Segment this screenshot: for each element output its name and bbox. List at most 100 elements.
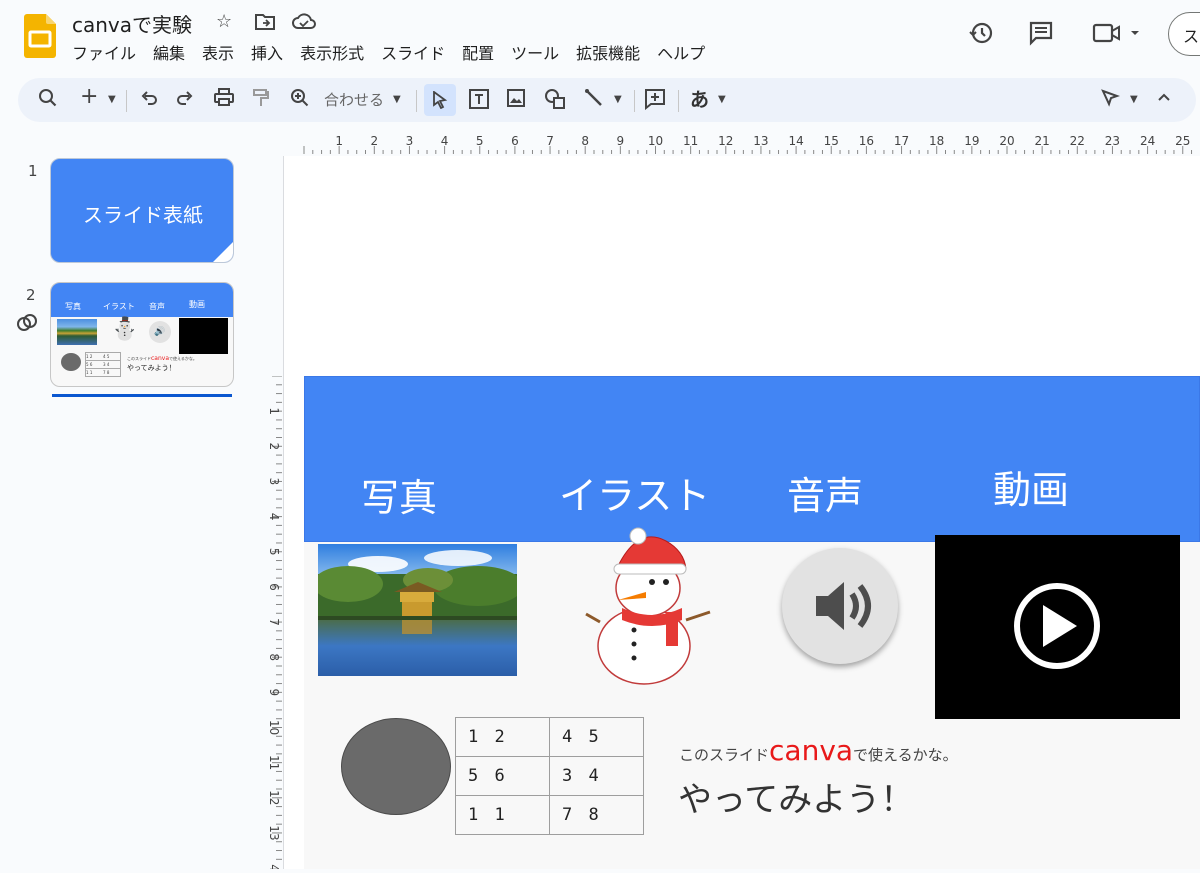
thumb-label-audio: 音声 — [149, 302, 165, 311]
document-title[interactable]: canvaで実験 — [72, 9, 192, 38]
caption-prefix: このスライド — [679, 746, 770, 764]
slide-1-title: スライド表紙 — [83, 203, 203, 227]
ruler-label: 1 — [335, 134, 343, 148]
ruler-label: 7 — [267, 618, 281, 626]
header-label-audio[interactable]: 音声 — [787, 465, 863, 520]
shape-icon[interactable] — [544, 88, 566, 112]
meet-camera-icon[interactable] — [1092, 20, 1140, 50]
line-dropdown-icon[interactable]: ▼ — [614, 88, 622, 112]
menu-edit[interactable]: 編集 — [153, 40, 185, 64]
thumb-caption: このスライドcanvaで使えるかな。 — [127, 355, 197, 362]
menu-help[interactable]: ヘルプ — [657, 40, 705, 64]
new-slide-dropdown-icon[interactable]: ▼ — [108, 88, 116, 112]
thumb-label-photo: 写真 — [65, 302, 81, 311]
zoom-select[interactable]: 合わせる — [324, 88, 384, 112]
caption-brand: canva — [769, 734, 854, 767]
add-comment-icon[interactable] — [644, 88, 666, 112]
ruler-label: 21 — [1035, 134, 1050, 148]
table-row: 1 17 8 — [455, 795, 644, 835]
version-history-icon[interactable] — [968, 20, 994, 50]
ruler-label: 11 — [683, 134, 698, 148]
ruler-label: 13 — [267, 825, 281, 840]
slide-thumbnail-2[interactable]: 写真 イラスト 音声 動画 ⛄ 🔊 1 24 5 5 63 4 1 17 8 こ… — [50, 282, 234, 387]
caption-suffix: で使えるかな。 — [853, 746, 958, 764]
ruler-label: 8 — [267, 653, 281, 661]
ruler-label: 12 — [718, 134, 733, 148]
linked-slide-icon[interactable] — [16, 313, 38, 337]
header-label-video[interactable]: 動画 — [993, 459, 1069, 514]
slide-number-1: 1 — [28, 162, 38, 180]
zoom-icon[interactable] — [290, 88, 310, 112]
caption-text-box[interactable]: このスライドcanvaで使えるかな。 — [679, 734, 958, 767]
menu-arrange[interactable]: 配置 — [462, 40, 494, 64]
table-cell[interactable]: 7 8 — [549, 795, 644, 835]
move-to-folder-icon[interactable] — [254, 12, 276, 36]
table-cell[interactable]: 4 5 — [549, 717, 644, 757]
share-button[interactable]: ス — [1168, 12, 1200, 56]
snowman-illustration[interactable] — [582, 526, 722, 691]
ruler-label: 9 — [617, 134, 625, 148]
ruler-label: 24 — [1140, 134, 1155, 148]
ruler-label: 4 — [441, 134, 449, 148]
slide-thumbnail-1[interactable]: スライド表紙 — [50, 158, 234, 263]
ruler-label: 20 — [999, 134, 1014, 148]
menu-file[interactable]: ファイル — [72, 40, 136, 64]
text-style-dropdown-icon[interactable]: ▼ — [718, 88, 726, 112]
menu-view[interactable]: 表示 — [202, 40, 234, 64]
collapse-toolbar-icon[interactable] — [1156, 88, 1172, 112]
menu-format[interactable]: 表示形式 — [300, 40, 364, 64]
print-icon[interactable] — [214, 88, 234, 112]
photo-golden-pavilion[interactable] — [313, 544, 523, 676]
star-icon[interactable]: ☆ — [216, 11, 232, 32]
slides-app-icon[interactable] — [24, 14, 56, 58]
header-label-photo[interactable]: 写真 — [361, 467, 437, 522]
zoom-dropdown-icon[interactable]: ▼ — [393, 88, 401, 112]
ruler-label: 17 — [894, 134, 909, 148]
search-menus-icon[interactable] — [38, 88, 58, 112]
table-cell[interactable]: 1 2 — [455, 717, 550, 757]
ruler-label: 10 — [267, 720, 281, 735]
paint-format-icon[interactable] — [252, 88, 270, 112]
page-curl-decoration — [211, 242, 233, 262]
menu-insert[interactable]: 挿入 — [251, 40, 283, 64]
menu-tools[interactable]: ツール — [511, 40, 559, 64]
ruler-label: 25 — [1175, 134, 1190, 148]
thumb-table: 1 24 5 5 63 4 1 17 8 — [85, 352, 121, 377]
text-box-icon[interactable] — [468, 88, 490, 112]
comments-icon[interactable] — [1028, 20, 1054, 50]
ruler-label: 18 — [929, 134, 944, 148]
cursor-mode-icon[interactable] — [1100, 88, 1121, 112]
selected-slide-indicator — [52, 394, 232, 397]
ruler-label: 22 — [1070, 134, 1085, 148]
thumb-ellipse — [61, 353, 81, 371]
video-player[interactable] — [935, 535, 1180, 719]
horizontal-ruler[interactable]: 1 2 3 4 5 6 7 8 9 10 11 12 13 14 15 16 17 18 19 20 21 22 23 24 2… — [283, 134, 1200, 156]
ruler-label: 2 — [267, 442, 281, 450]
menu-extensions[interactable]: 拡張機能 — [576, 40, 640, 64]
caption-main-text[interactable]: やってみよう！ — [678, 772, 914, 821]
menu-slide[interactable]: スライド — [381, 40, 445, 64]
redo-icon[interactable] — [176, 88, 194, 112]
ruler-label: 6 — [511, 134, 519, 148]
data-table[interactable]: 1 24 5 5 63 4 1 17 8 — [455, 717, 644, 835]
cursor-mode-dropdown-icon[interactable]: ▼ — [1130, 88, 1138, 112]
ruler-label: 3 — [267, 478, 281, 486]
ruler-label: 1 — [267, 407, 281, 415]
select-tool-icon[interactable] — [424, 84, 456, 116]
header-label-illustration[interactable]: イラスト — [559, 465, 710, 520]
audio-speaker-icon[interactable] — [782, 548, 898, 664]
grey-ellipse-shape[interactable] — [341, 718, 451, 815]
new-slide-icon[interactable]: + — [80, 85, 98, 109]
line-icon[interactable] — [584, 88, 604, 112]
undo-icon[interactable] — [140, 88, 158, 112]
table-cell[interactable]: 5 6 — [455, 756, 550, 796]
slide-header-banner[interactable]: 写真 イラスト 音声 動画 — [304, 376, 1200, 542]
slide-2[interactable]: 写真 イラスト 音声 動画 1 2 4 5 5 6 3 4 1 1 7 8 この… — [304, 376, 1200, 869]
table-cell[interactable]: 1 1 — [455, 795, 550, 835]
table-cell[interactable]: 3 4 — [549, 756, 644, 796]
vertical-ruler[interactable]: 1 2 3 4 5 6 7 8 9 10 11 12 13 4 — [262, 375, 282, 872]
insert-image-icon[interactable] — [506, 88, 526, 112]
ruler-label: 15 — [824, 134, 839, 148]
cloud-status-icon[interactable] — [292, 12, 316, 36]
text-style-button[interactable]: あ — [690, 88, 709, 112]
